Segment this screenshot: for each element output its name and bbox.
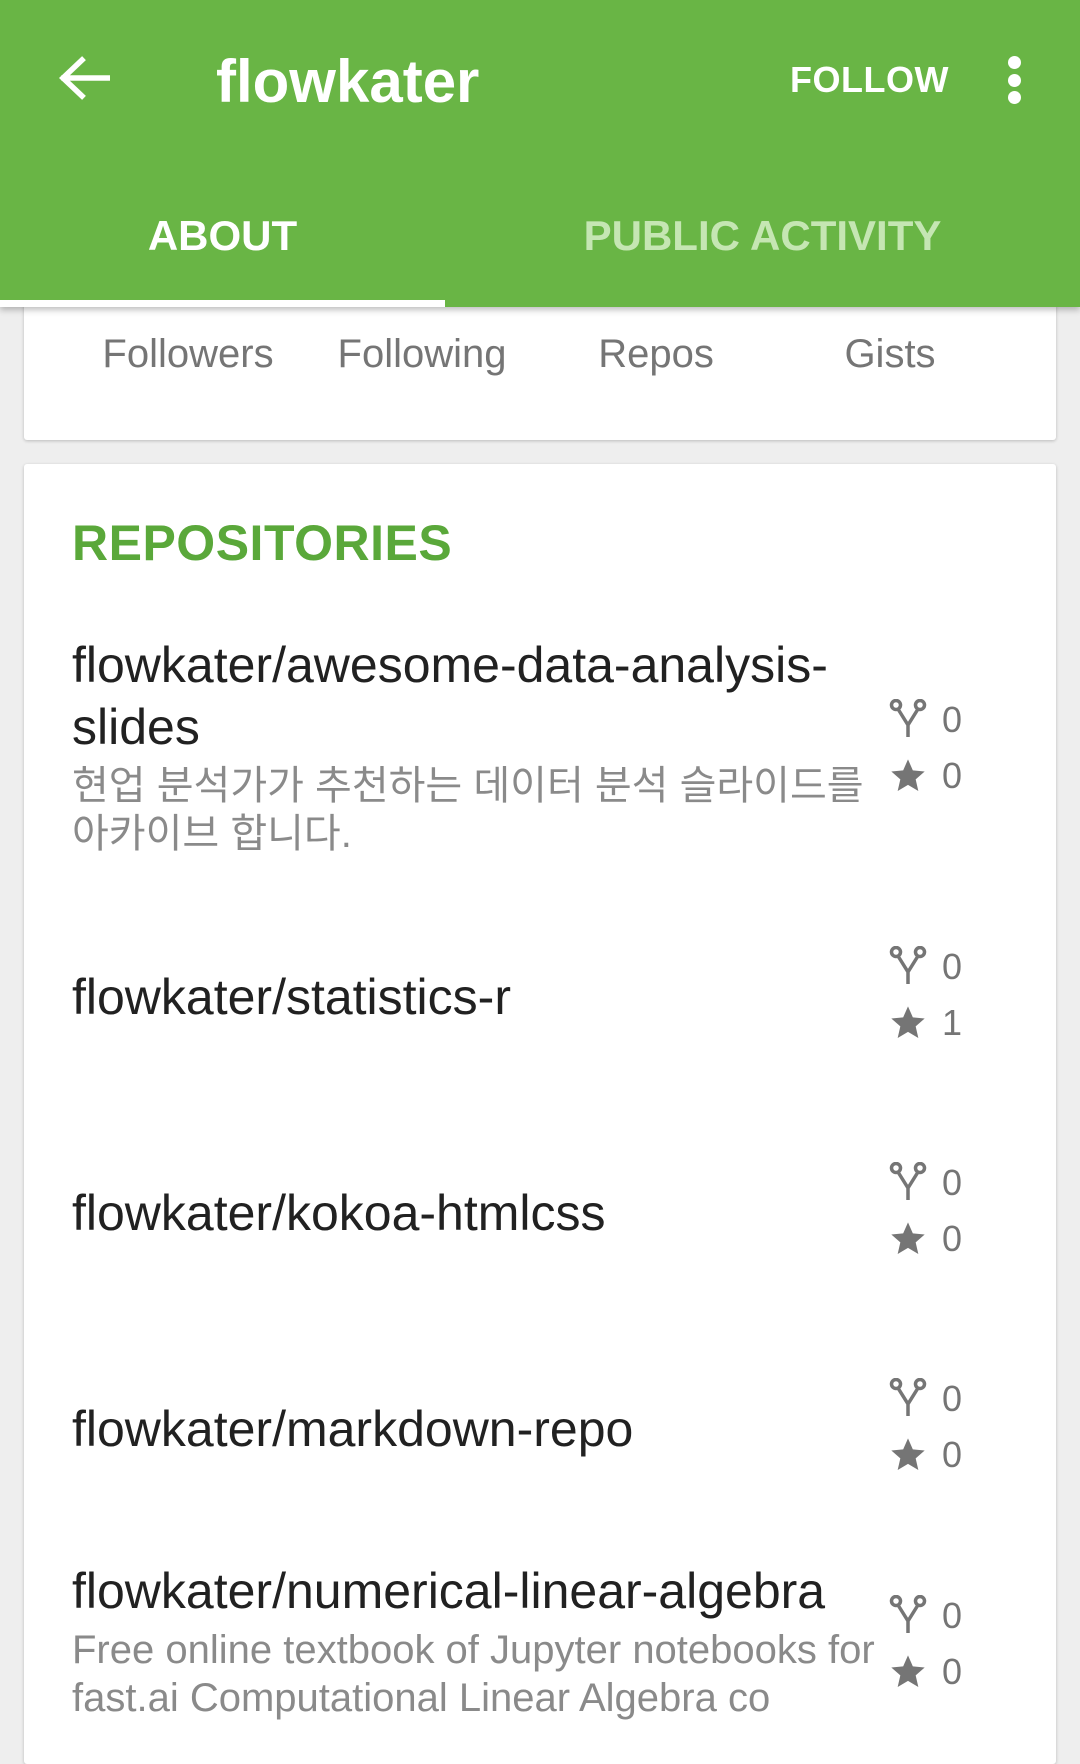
repo-name: flowkater/awesome-data-analysis-slides <box>72 637 828 755</box>
repo-name: flowkater/markdown-repo <box>72 1401 634 1457</box>
star-icon <box>886 754 930 798</box>
star-icon <box>886 1650 930 1694</box>
profile-title: flowkater <box>216 48 480 115</box>
tab-public-activity[interactable]: PUBLIC ACTIVITY <box>445 200 1080 272</box>
fork-count: 0 <box>942 1162 963 1203</box>
back-arrow-icon[interactable] <box>52 46 116 110</box>
star-icon <box>886 1001 930 1045</box>
fork-icon <box>886 1161 930 1205</box>
repo-name: flowkater/statistics-r <box>72 969 511 1025</box>
fork-count: 0 <box>942 1595 963 1636</box>
repo-counts: 0 0 <box>886 692 996 804</box>
star-count: 1 <box>942 1002 963 1043</box>
fork-count: 0 <box>942 1378 963 1419</box>
tab-about[interactable]: ABOUT <box>0 200 445 272</box>
stats-card: Followers Following Repos Gists <box>24 290 1056 440</box>
star-count: 0 <box>942 1651 963 1692</box>
repo-counts: 0 1 <box>886 939 996 1051</box>
more-vert-icon[interactable] <box>990 52 1038 108</box>
app-bar: flowkater FOLLOW ABOUT PUBLIC ACTIVITY <box>0 0 1080 307</box>
following-stat[interactable]: Following <box>302 328 542 380</box>
repo-description: 현업 분석가가 추천하는 데이터 분석 슬라이드를 아카이브 합니다. <box>72 764 864 856</box>
fork-count: 0 <box>942 946 963 987</box>
followers-stat[interactable]: Followers <box>68 328 308 380</box>
star-count: 0 <box>942 755 963 796</box>
repo-name: flowkater/numerical-linear-algebra <box>72 1563 826 1619</box>
gists-stat[interactable]: Gists <box>770 328 1010 380</box>
tab-indicator <box>0 300 445 307</box>
fork-count: 0 <box>942 699 963 740</box>
repo-counts: 0 0 <box>886 1588 996 1700</box>
star-count: 0 <box>942 1434 963 1475</box>
fork-icon <box>886 1594 930 1638</box>
follow-button[interactable]: FOLLOW <box>790 56 949 104</box>
fork-icon <box>886 945 930 989</box>
repo-counts: 0 0 <box>886 1371 996 1483</box>
repos-stat[interactable]: Repos <box>536 328 776 380</box>
fork-icon <box>886 698 930 742</box>
repo-description: Free online textbook of Jupyter notebook… <box>72 1628 875 1720</box>
repositories-card: REPOSITORIES flowkater/awesome-data-anal… <box>24 464 1056 1764</box>
star-icon <box>886 1433 930 1477</box>
repositories-heading: REPOSITORIES <box>72 515 453 571</box>
repo-name: flowkater/kokoa-htmlcss <box>72 1185 606 1241</box>
star-icon <box>886 1217 930 1261</box>
fork-icon <box>886 1377 930 1421</box>
star-count: 0 <box>942 1218 963 1259</box>
repo-counts: 0 0 <box>886 1155 996 1267</box>
